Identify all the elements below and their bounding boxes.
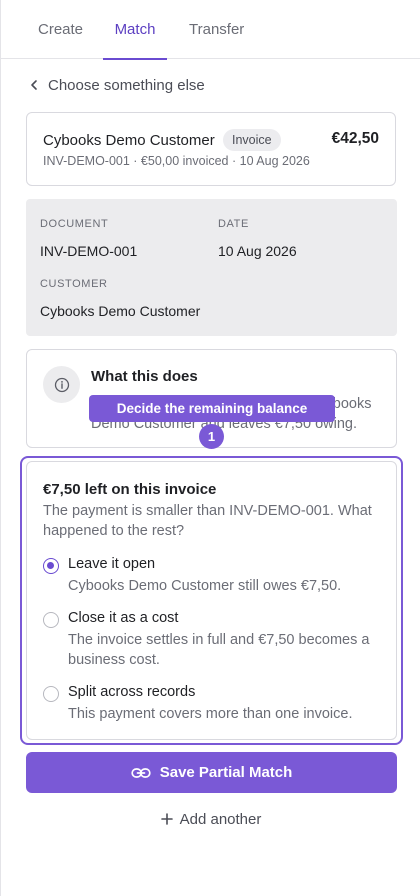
invoice-meta: INV-DEMO-001 · €50,00 invoiced · 10 Aug … — [43, 154, 310, 168]
back-link[interactable]: Choose something else — [28, 75, 205, 95]
guide-tooltip: Decide the remaining balance — [89, 395, 335, 422]
link-icon — [131, 767, 151, 778]
tab-bar: Create Match Transfer — [1, 0, 420, 60]
option-split-across-records[interactable]: Split across records This payment covers… — [43, 684, 388, 724]
radio-close-as-cost[interactable] — [43, 612, 59, 628]
remaining-balance-description: The payment is smaller than INV-DEMO-001… — [43, 503, 372, 539]
plus-icon — [160, 813, 173, 825]
document-label: DOCUMENT — [40, 218, 109, 230]
option-leave-open[interactable]: Leave it open Cybooks Demo Customer stil… — [43, 556, 388, 596]
chevron-left-icon — [31, 80, 37, 90]
invoice-details-panel: DOCUMENT INV-DEMO-001 DATE 10 Aug 2026 C… — [26, 199, 397, 336]
add-another-label: Add another — [179, 810, 262, 828]
remaining-balance-title: €7,50 left on this invoice — [43, 481, 217, 498]
match-panel: Create Match Transfer Choose something e… — [0, 0, 420, 896]
guide-step-badge: 1 — [199, 424, 224, 449]
add-another-button[interactable]: Add another — [1, 809, 420, 829]
tab-match[interactable]: Match — [103, 0, 167, 60]
date-value: 10 Aug 2026 — [218, 243, 297, 259]
radio-leave-open[interactable] — [43, 558, 59, 574]
remaining-balance-card: €7,50 left on this invoice The payment i… — [26, 461, 397, 740]
option-label: Close it as a cost — [68, 610, 179, 626]
tab-transfer[interactable]: Transfer — [189, 0, 244, 59]
invoice-type-badge: Invoice — [223, 129, 281, 151]
save-partial-match-button[interactable]: Save Partial Match — [26, 752, 397, 793]
option-description: This payment covers more than one invoic… — [68, 706, 353, 722]
option-label: Split across records — [68, 684, 196, 700]
invoice-customer: Cybooks Demo Customer — [43, 132, 215, 149]
invoice-card[interactable]: Cybooks Demo Customer Invoice €42,50 INV… — [26, 112, 396, 186]
tab-create[interactable]: Create — [38, 0, 83, 59]
info-icon — [43, 366, 80, 403]
back-link-label: Choose something else — [48, 76, 205, 94]
customer-value: Cybooks Demo Customer — [40, 303, 201, 319]
invoice-amount: €42,50 — [331, 130, 379, 147]
save-button-label: Save Partial Match — [159, 764, 293, 781]
option-close-as-cost[interactable]: Close it as a cost The invoice settles i… — [43, 610, 388, 670]
option-label: Leave it open — [68, 556, 156, 572]
customer-label: CUSTOMER — [40, 278, 108, 290]
document-value: INV-DEMO-001 — [40, 243, 138, 259]
option-description: Cybooks Demo Customer still owes €7,50. — [68, 578, 342, 594]
date-label: DATE — [218, 218, 249, 230]
radio-split-across-records[interactable] — [43, 686, 59, 702]
what-this-does-title: What this does — [91, 368, 198, 385]
option-description: The invoice settles in full and €7,50 be… — [68, 632, 370, 668]
